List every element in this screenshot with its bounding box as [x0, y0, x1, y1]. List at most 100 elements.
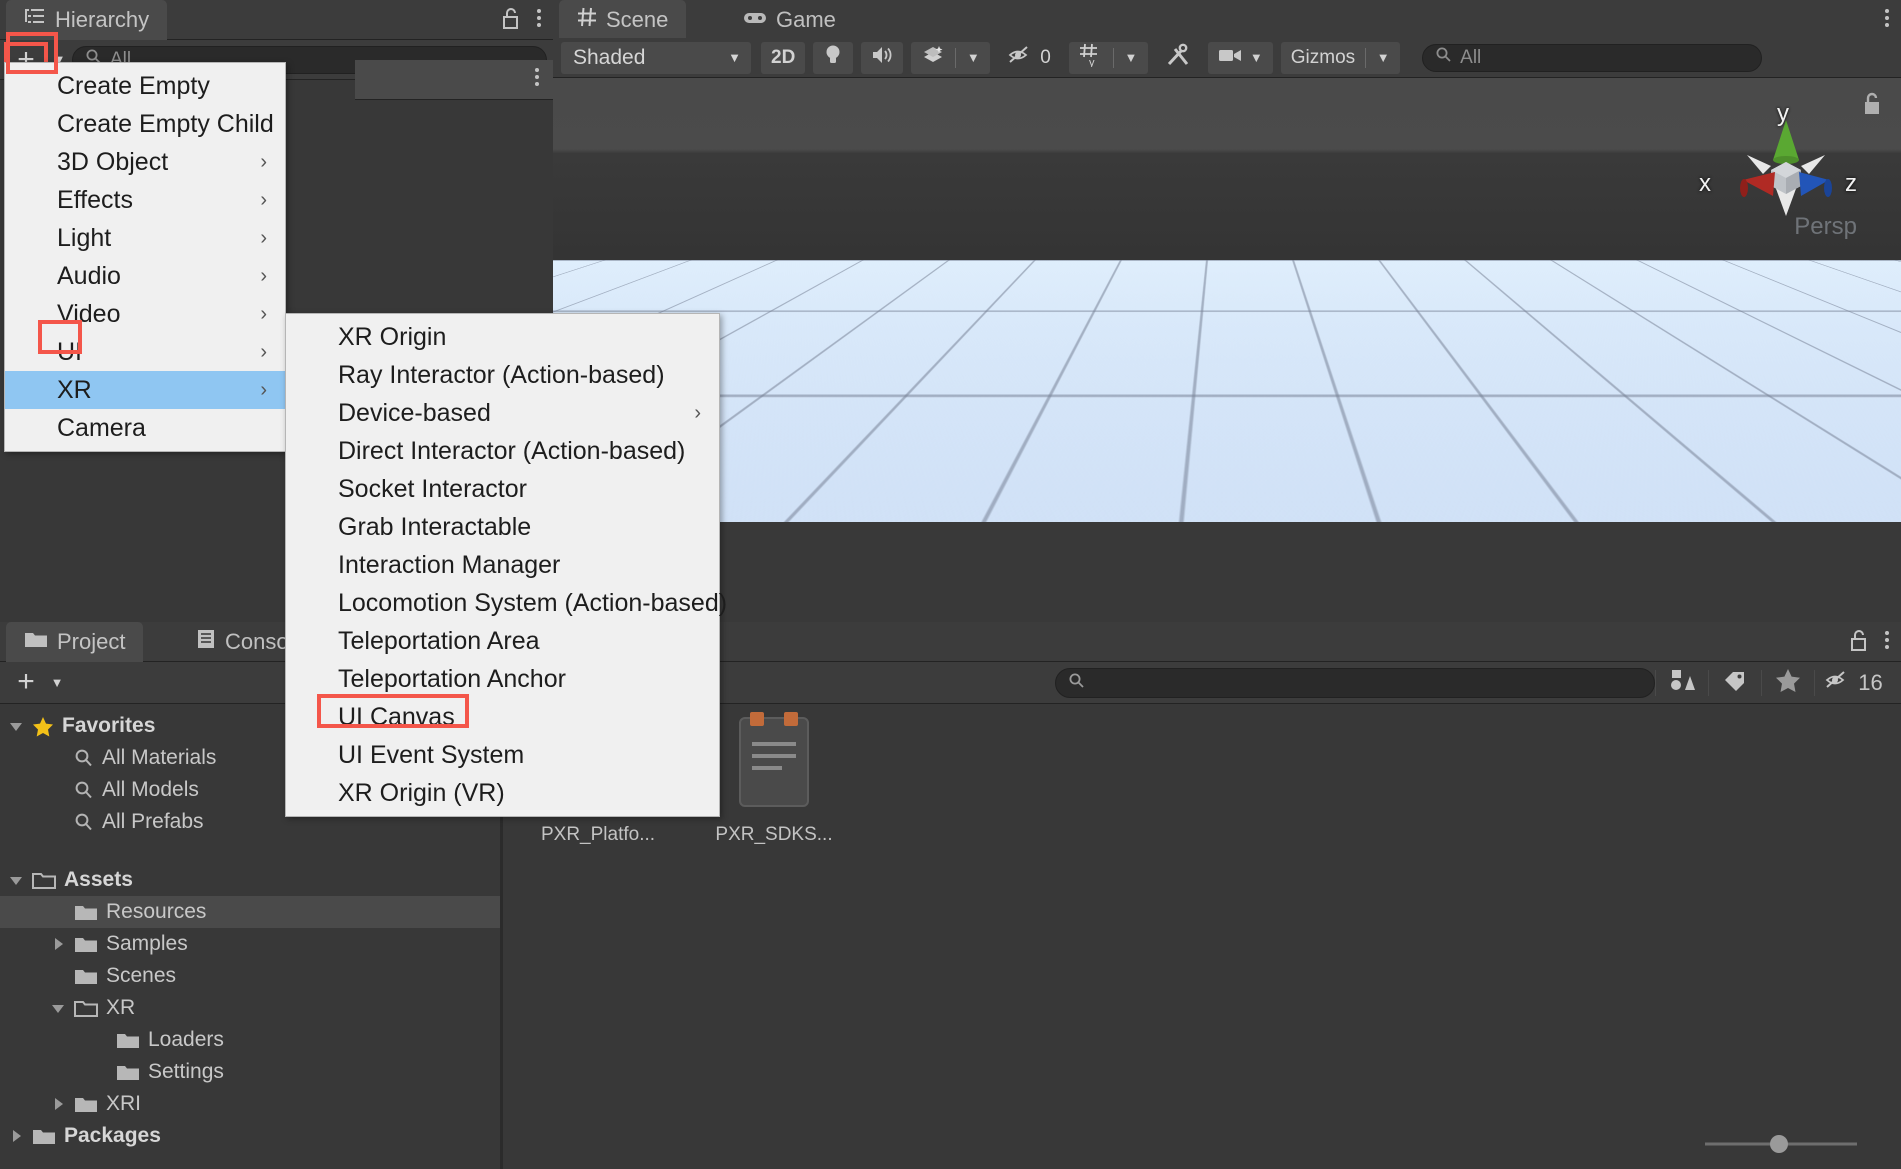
create-menu-item[interactable]: Effects ›: [5, 181, 285, 219]
tab-game[interactable]: Game: [725, 0, 854, 40]
xr-submenu-item[interactable]: Interaction Manager: [286, 546, 719, 584]
scene-unlocked-padlock-icon[interactable]: [1861, 90, 1883, 121]
tab-project[interactable]: Project: [6, 622, 144, 662]
xr-submenu-item[interactable]: Teleportation Area: [286, 622, 719, 660]
project-tree-row[interactable]: XRI: [0, 1088, 500, 1120]
search-icon: [1068, 672, 1085, 694]
xr-submenu-item[interactable]: Locomotion System (Action-based): [286, 584, 727, 622]
scene-camera-button[interactable]: ▼: [1208, 42, 1273, 74]
grid-hash-icon: [577, 7, 597, 33]
chevron-right-icon: ›: [260, 378, 267, 401]
create-menu-item-label: Effects: [57, 185, 133, 214]
filter-favorites-button[interactable]: [1762, 666, 1814, 700]
project-tree-row-label: All Materials: [102, 746, 217, 769]
tab-scene[interactable]: Scene: [559, 0, 687, 40]
create-menu-item[interactable]: Video ›: [5, 295, 285, 333]
scene-projection-label[interactable]: Persp: [1794, 213, 1857, 241]
scene-audio-button[interactable]: [861, 42, 903, 74]
xr-submenu-item[interactable]: Device-based ›: [286, 394, 719, 432]
xr-submenu-item[interactable]: Teleportation Anchor: [286, 660, 719, 698]
project-tree-row[interactable]: Resources: [0, 896, 500, 928]
create-menu-item-label: Video: [57, 299, 121, 328]
create-context-menu[interactable]: Create Empty Create Empty Child 3D Object ›…: [4, 62, 286, 452]
scene-visibility-button[interactable]: 0: [998, 42, 1061, 74]
project-tree-row[interactable]: Assets: [0, 864, 500, 896]
chevron-right-icon[interactable]: [8, 1128, 24, 1144]
xr-submenu[interactable]: XR Origin Ray Interactor (Action-based) De…: [285, 313, 727, 817]
hidden-objects-group: 0: [998, 42, 1061, 74]
xr-submenu-item[interactable]: Grab Interactable: [286, 508, 719, 546]
kebab-menu-icon[interactable]: [1883, 6, 1891, 35]
create-menu-item[interactable]: XR ›: [5, 371, 285, 409]
create-menu-item[interactable]: Camera: [5, 409, 285, 447]
xr-submenu-item[interactable]: UI Canvas: [286, 698, 719, 736]
filter-by-label-button[interactable]: [1709, 666, 1761, 700]
kebab-menu-icon[interactable]: [533, 65, 541, 94]
asset-item[interactable]: PXR_SDKS...: [699, 712, 849, 846]
grid-axis-y-icon: y: [1079, 43, 1103, 73]
project-tree-row-label: All Prefabs: [102, 810, 204, 833]
tab-hierarchy[interactable]: Hierarchy: [6, 0, 168, 40]
effects-layers-icon: [921, 44, 945, 72]
chevron-right-icon[interactable]: [50, 1096, 66, 1112]
project-left-tools: + ▼: [6, 666, 66, 698]
project-tree-row[interactable]: Scenes: [0, 960, 500, 992]
folder-icon: [75, 937, 97, 952]
scene-fx-dropdown[interactable]: ▼: [956, 42, 990, 74]
chevron-right-icon[interactable]: [50, 936, 66, 952]
create-menu-item[interactable]: Create Empty Child: [5, 105, 285, 143]
unlocked-padlock-icon[interactable]: [501, 6, 521, 35]
xr-submenu-item[interactable]: Socket Interactor: [286, 470, 719, 508]
kebab-menu-icon[interactable]: [535, 6, 543, 35]
gizmos-button[interactable]: Gizmos: [1281, 42, 1365, 74]
project-tree-row-label: XRI: [106, 1092, 142, 1115]
chevron-down-icon[interactable]: [50, 1000, 66, 1016]
audio-toggle-group: [861, 41, 904, 74]
project-tree-row[interactable]: Packages: [0, 1120, 500, 1152]
scene-lighting-button[interactable]: [813, 42, 853, 74]
scene-grid-button[interactable]: y: [1069, 42, 1113, 74]
draw-mode-dropdown[interactable]: Shaded ▼: [561, 41, 751, 74]
project-create-button[interactable]: +: [6, 666, 46, 698]
project-tree-row[interactable]: Loaders: [0, 1024, 500, 1056]
create-menu-item-label: Create Empty: [57, 71, 210, 100]
project-search-input[interactable]: [1055, 668, 1655, 698]
project-tree-row[interactable]: Settings: [0, 1056, 500, 1088]
scene-grid-dropdown[interactable]: ▼: [1114, 42, 1148, 74]
xr-submenu-item[interactable]: Ray Interactor (Action-based): [286, 356, 719, 394]
project-tree-row[interactable]: Samples: [0, 928, 500, 960]
filter-by-type-button[interactable]: [1656, 666, 1708, 700]
create-menu-item[interactable]: Create Empty: [5, 67, 285, 105]
kebab-menu-icon[interactable]: [1883, 628, 1891, 657]
xr-submenu-item[interactable]: Direct Interactor (Action-based): [286, 432, 719, 470]
gizmo-axis-z-label: z: [1845, 170, 1857, 197]
xr-submenu-item[interactable]: XR Origin (VR): [286, 774, 719, 812]
fx-toggle-group: ▼: [911, 41, 991, 74]
create-menu-item[interactable]: 3D Object ›: [5, 143, 285, 181]
scene-fx-button[interactable]: [911, 42, 955, 74]
eye-slash-icon: [1008, 45, 1034, 71]
create-menu-item[interactable]: UI ›: [5, 333, 285, 371]
svg-text:y: y: [1089, 57, 1095, 67]
lighting-toggle-group: [813, 41, 854, 74]
search-icon: [75, 813, 92, 831]
project-tree-row[interactable]: XR: [0, 992, 500, 1024]
scene-search-input[interactable]: All: [1422, 43, 1763, 72]
xr-submenu-item[interactable]: XR Origin: [286, 318, 719, 356]
xr-submenu-item[interactable]: UI Event System: [286, 736, 719, 774]
chevron-down-icon[interactable]: [8, 872, 24, 888]
toggle-2d-label: 2D: [771, 46, 796, 68]
unlocked-padlock-icon[interactable]: [1849, 628, 1869, 657]
chevron-down-icon[interactable]: [8, 718, 24, 734]
create-menu-item[interactable]: Audio ›: [5, 257, 285, 295]
scene-tools-button[interactable]: [1156, 42, 1200, 74]
gizmos-dropdown[interactable]: ▼: [1366, 42, 1400, 74]
chevron-down-icon[interactable]: ▼: [48, 667, 66, 697]
scene-toolbar: Shaded ▼ 2D ▼ 0 y ▼ ▼ Gizmos ▼ All: [553, 38, 1901, 78]
project-visibility-button[interactable]: 16: [1815, 666, 1893, 700]
create-menu-item[interactable]: Light ›: [5, 219, 285, 257]
folder-icon: [75, 1097, 97, 1112]
asset-zoom-slider[interactable]: [1701, 1133, 1861, 1155]
scene-viewport[interactable]: x y z Persp: [553, 78, 1901, 522]
toggle-2d-button[interactable]: 2D: [761, 42, 805, 74]
